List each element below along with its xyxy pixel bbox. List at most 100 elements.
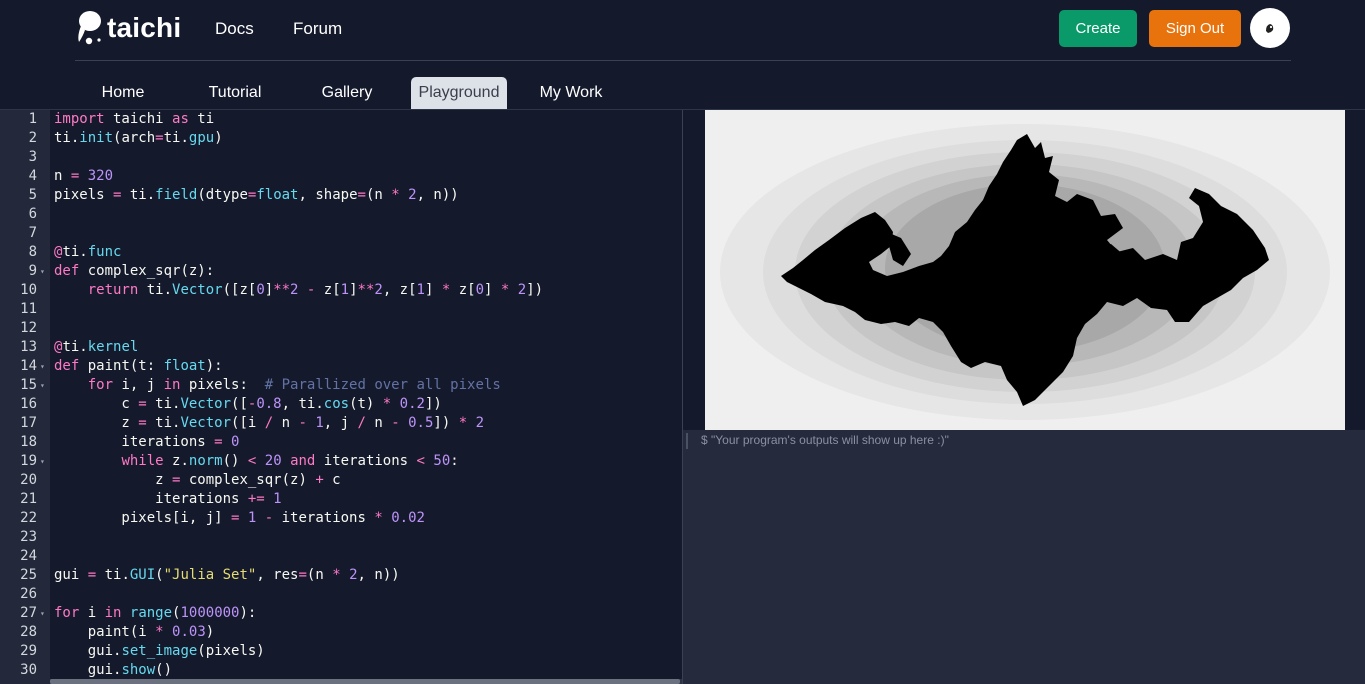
line-number: 3 <box>28 149 37 165</box>
top-navbar: taichi Docs Forum Create Sign Out Home T… <box>0 0 1365 110</box>
code-line[interactable]: 18 iterations = 0 <box>0 433 682 452</box>
line-number: 4 <box>28 168 37 184</box>
code-line[interactable]: 14 ▾ def paint(t: float): <box>0 357 682 376</box>
code-line[interactable]: 20 z = complex_sqr(z) + c <box>0 471 682 490</box>
code-text: c = ti.Vector([-0.8, ti.cos(t) * 0.2]) <box>54 396 442 412</box>
line-number: 17 <box>20 415 37 431</box>
code-text: for i in range(1000000): <box>54 605 257 621</box>
tab-playground[interactable]: Playground <box>411 77 507 109</box>
code-text: iterations = 0 <box>54 434 240 450</box>
user-avatar-icon <box>1266 24 1274 33</box>
code-line[interactable]: 4 n = 320 <box>0 167 682 186</box>
fold-arrow-icon[interactable]: ▾ <box>40 452 50 471</box>
line-number: 22 <box>20 510 37 526</box>
line-number: 14 <box>20 358 37 374</box>
code-text: gui = ti.GUI("Julia Set", res=(n * 2, n)… <box>54 567 400 583</box>
line-number: 27 <box>20 605 37 621</box>
taichi-logo[interactable]: taichi <box>75 8 181 48</box>
avatar[interactable] <box>1250 8 1290 48</box>
code-text: z = complex_sqr(z) + c <box>54 472 341 488</box>
nav-docs-link[interactable]: Docs <box>215 19 254 39</box>
code-line[interactable]: 9 ▾ def complex_sqr(z): <box>0 262 682 281</box>
code-line[interactable]: 17 z = ti.Vector([i / n - 1, j / n - 0.5… <box>0 414 682 433</box>
sign-out-button[interactable]: Sign Out <box>1149 10 1241 47</box>
fold-arrow-icon[interactable]: ▾ <box>40 262 50 281</box>
code-text: ti.init(arch=ti.gpu) <box>54 130 223 146</box>
code-text: gui.show() <box>54 662 173 678</box>
line-number: 11 <box>20 301 37 317</box>
code-line[interactable]: 10 return ti.Vector([z[0]**2 - z[1]**2, … <box>0 281 682 300</box>
line-number: 1 <box>28 111 37 127</box>
code-line[interactable]: 7 <box>0 224 682 243</box>
code-text: for i, j in pixels: # Parallized over al… <box>87 377 501 393</box>
code-text: while z.norm() < 20 and iterations < 50: <box>121 453 459 469</box>
code-text: gui.set_image(pixels) <box>54 643 265 659</box>
tab-home[interactable]: Home <box>92 77 154 109</box>
code-line[interactable]: 1 import taichi as ti <box>0 110 682 129</box>
scrollbar-thumb[interactable] <box>50 679 680 684</box>
code-text: paint(i * 0.03) <box>54 624 215 640</box>
code-line[interactable]: 5 pixels = ti.field(dtype=float, shape=(n… <box>0 186 682 205</box>
code-text: n = 320 <box>54 168 114 184</box>
code-line[interactable]: 28 paint(i * 0.03) <box>0 623 682 642</box>
code-line[interactable]: 23 <box>0 528 682 547</box>
code-line[interactable]: 11 <box>0 300 682 319</box>
code-text: pixels = ti.field(dtype=float, shape=(n … <box>54 187 459 203</box>
code-text: def paint(t: float): <box>54 358 223 374</box>
line-number: 18 <box>20 434 37 450</box>
line-number: 29 <box>20 643 37 659</box>
line-number: 23 <box>20 529 37 545</box>
nav-forum-link[interactable]: Forum <box>293 19 342 39</box>
line-number: 19 <box>20 453 37 469</box>
line-number: 10 <box>20 282 37 298</box>
code-line[interactable]: 21 iterations += 1 <box>0 490 682 509</box>
code-line[interactable]: 15 ▾ for i, j in pixels: # Parallized ove… <box>0 376 682 395</box>
code-text: @ti.func <box>54 244 122 260</box>
line-number: 12 <box>20 320 37 336</box>
code-line[interactable]: 2 ti.init(arch=ti.gpu) <box>0 129 682 148</box>
tab-gallery[interactable]: Gallery <box>314 77 380 109</box>
console-placeholder: $ "Your program's outputs will show up h… <box>701 433 949 447</box>
code-line[interactable]: 12 <box>0 319 682 338</box>
fold-arrow-icon[interactable]: ▾ <box>40 357 50 376</box>
fold-arrow-icon[interactable]: ▾ <box>40 604 50 623</box>
horizontal-scrollbar[interactable] <box>50 679 682 684</box>
line-number: 2 <box>28 130 37 146</box>
line-number: 25 <box>20 567 37 583</box>
line-number: 8 <box>28 244 37 260</box>
fold-arrow-icon[interactable]: ▾ <box>40 376 50 395</box>
code-line[interactable]: 24 <box>0 547 682 566</box>
code-text: iterations += 1 <box>54 491 282 507</box>
line-number: 5 <box>28 187 37 203</box>
code-line[interactable]: 29 gui.set_image(pixels) <box>0 642 682 661</box>
code-line[interactable]: 6 <box>0 205 682 224</box>
code-line[interactable]: 19 ▾ while z.norm() < 20 and iterations <… <box>0 452 682 471</box>
header-divider <box>75 60 1291 61</box>
line-number: 16 <box>20 396 37 412</box>
julia-set-render <box>705 110 1345 430</box>
line-number: 15 <box>20 377 37 393</box>
output-console <box>683 430 1365 684</box>
code-line[interactable]: 8 @ti.func <box>0 243 682 262</box>
line-number: 26 <box>20 586 37 602</box>
code-line[interactable]: 16 c = ti.Vector([-0.8, ti.cos(t) * 0.2]… <box>0 395 682 414</box>
code-line[interactable]: 22 pixels[i, j] = 1 - iterations * 0.02 <box>0 509 682 528</box>
line-number: 13 <box>20 339 37 355</box>
code-line[interactable]: 13 @ti.kernel <box>0 338 682 357</box>
code-line[interactable]: 27 ▾ for i in range(1000000): <box>0 604 682 623</box>
console-marker <box>686 433 688 449</box>
code-line[interactable]: 30 gui.show() <box>0 661 682 680</box>
tab-tutorial[interactable]: Tutorial <box>200 77 270 109</box>
code-line[interactable]: 25 gui = ti.GUI("Julia Set", res=(n * 2, … <box>0 566 682 585</box>
code-editor[interactable]: 1 import taichi as ti 2 ti.init(arch=ti.gpu… <box>0 110 682 684</box>
line-number: 20 <box>20 472 37 488</box>
code-line[interactable]: 26 <box>0 585 682 604</box>
create-button[interactable]: Create <box>1059 10 1137 47</box>
line-number: 24 <box>20 548 37 564</box>
code-line[interactable]: 3 <box>0 148 682 167</box>
tab-my-work[interactable]: My Work <box>531 77 611 109</box>
code-text: return ti.Vector([z[0]**2 - z[1]**2, z[1… <box>87 282 544 298</box>
code-text: import taichi as ti <box>54 111 215 127</box>
code-text: pixels[i, j] = 1 - iterations * 0.02 <box>54 510 425 526</box>
line-number: 30 <box>20 662 37 678</box>
